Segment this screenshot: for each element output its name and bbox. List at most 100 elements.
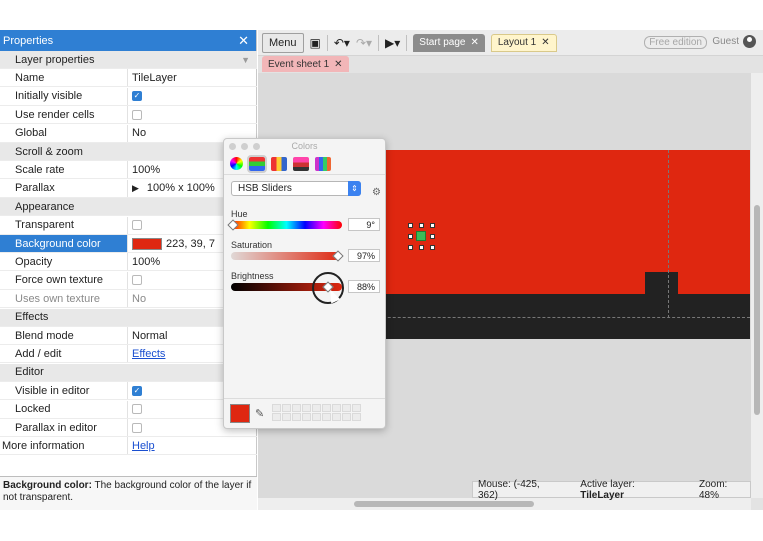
eyedropper-icon[interactable]: ✎ — [255, 407, 264, 420]
property-blend-mode[interactable]: Blend mode Normal — [0, 327, 257, 345]
close-icon[interactable]: ✕ — [334, 59, 342, 70]
property-link[interactable]: Help — [132, 440, 155, 452]
image-palettes-icon[interactable] — [293, 156, 309, 171]
property-value-cell[interactable]: Help — [127, 437, 257, 455]
menu-button[interactable]: Menu — [262, 32, 304, 53]
brightness-field[interactable]: 88% — [348, 280, 380, 293]
swatch-slot[interactable] — [342, 413, 351, 421]
resize-handle[interactable] — [419, 245, 424, 250]
resize-handle[interactable] — [419, 223, 424, 228]
property-global[interactable]: Global No — [0, 124, 257, 143]
swatch-slot[interactable] — [272, 404, 281, 412]
play-icon[interactable]: ▶▾ — [385, 36, 400, 50]
checkbox[interactable] — [132, 109, 142, 120]
close-icon[interactable]: ✕ — [470, 37, 478, 48]
close-icon[interactable]: ✕ — [541, 37, 549, 48]
swatch-slot[interactable] — [292, 413, 301, 421]
swatch-slot[interactable] — [322, 404, 331, 412]
property-background-color[interactable]: Background color 223, 39, 7 — [0, 235, 257, 253]
swatch-slot[interactable] — [282, 413, 291, 421]
current-color-swatch[interactable] — [230, 404, 250, 423]
property-add-edit[interactable]: Add / edit Effects — [0, 345, 257, 364]
property-value-cell[interactable]: ✓ — [127, 87, 257, 105]
checkbox[interactable] — [132, 404, 142, 415]
tab-event-sheet-1[interactable]: Event sheet 1 ✕ — [262, 56, 349, 72]
checkbox[interactable]: ✓ — [132, 385, 142, 396]
property-force-own-texture[interactable]: Force own texture — [0, 271, 257, 290]
swatch-slot[interactable] — [302, 413, 311, 421]
property-initially-visible[interactable]: Initially visible ✓ — [0, 87, 257, 106]
scroll-thumb[interactable] — [754, 205, 760, 415]
swatch-slot[interactable] — [312, 404, 321, 412]
saturation-field[interactable]: 97% — [348, 249, 380, 262]
swatch-slot[interactable] — [352, 404, 361, 412]
tab-start-page[interactable]: Start page ✕ — [413, 33, 485, 52]
swatch-slot[interactable] — [352, 413, 361, 421]
scroll-thumb[interactable] — [354, 501, 534, 507]
swatch-slot[interactable] — [282, 404, 291, 412]
pencils-icon[interactable] — [315, 156, 331, 171]
section-effects[interactable]: Effects — [0, 308, 257, 327]
color-swatch[interactable] — [132, 237, 162, 250]
hue-slider[interactable] — [231, 221, 342, 229]
checkbox[interactable] — [132, 220, 142, 231]
user-name[interactable]: Guest — [712, 36, 739, 47]
property-locked[interactable]: Locked — [0, 400, 257, 419]
swatch-slot[interactable] — [292, 404, 301, 412]
color-wheel-icon[interactable] — [230, 157, 243, 170]
property-visible-in-editor[interactable]: Visible in editor ✓ — [0, 382, 257, 401]
section-editor[interactable]: Editor — [0, 363, 257, 382]
slider-mode-select[interactable]: HSB Sliders ⇕ — [231, 181, 361, 196]
property-opacity[interactable]: Opacity 100% — [0, 253, 257, 272]
swatch-slot[interactable] — [332, 404, 341, 412]
property-more-information[interactable]: More information Help — [0, 437, 257, 456]
resize-handle[interactable] — [430, 223, 435, 228]
swatch-slot[interactable] — [272, 413, 281, 421]
property-link[interactable]: Effects — [132, 348, 165, 360]
property-scale-rate[interactable]: Scale rate 100% — [0, 161, 257, 180]
swatch-slot[interactable] — [322, 413, 331, 421]
property-parallax-in-editor[interactable]: Parallax in editor — [0, 419, 257, 437]
swatch-slot[interactable] — [332, 413, 341, 421]
property-label: Background color — [0, 235, 127, 252]
selected-sprite[interactable] — [416, 231, 426, 241]
resize-handle[interactable] — [408, 223, 413, 228]
step-tile[interactable] — [645, 272, 678, 296]
section-layer-properties[interactable]: Layer properties ▼ — [0, 51, 257, 69]
checkbox[interactable] — [132, 275, 142, 286]
property-transparent[interactable]: Transparent — [0, 216, 257, 235]
property-value-cell[interactable]: TileLayer — [127, 69, 257, 87]
section-appearance[interactable]: Appearance — [0, 198, 257, 217]
close-icon[interactable]: ✕ — [238, 34, 249, 47]
swatch-slot[interactable] — [312, 413, 321, 421]
checkbox[interactable] — [132, 422, 142, 433]
undo-icon[interactable]: ↶▾ — [334, 36, 350, 50]
checkbox[interactable]: ✓ — [132, 91, 142, 102]
collapse-icon[interactable]: ▼ — [241, 55, 250, 65]
property-uses-own-texture[interactable]: Uses own texture No — [0, 290, 257, 309]
resize-handle[interactable] — [430, 234, 435, 239]
color-palettes-icon[interactable] — [271, 156, 287, 171]
resize-handle[interactable] — [408, 234, 413, 239]
tab-layout-1[interactable]: Layout 1 ✕ — [490, 33, 557, 52]
property-use-render-cells[interactable]: Use render cells — [0, 106, 257, 125]
vertical-scrollbar[interactable] — [751, 73, 763, 498]
save-icon[interactable]: ▣ — [310, 36, 321, 50]
property-parallax[interactable]: Parallax ▶ 100% x 100% — [0, 179, 257, 198]
section-scroll-zoom[interactable]: Scroll & zoom — [0, 143, 257, 161]
swatch-slot[interactable] — [342, 404, 351, 412]
property-name[interactable]: Name TileLayer — [0, 69, 257, 88]
user-icon[interactable] — [743, 35, 756, 48]
brightness-label: Brightness — [231, 271, 274, 281]
resize-handle[interactable] — [430, 245, 435, 250]
resize-handle[interactable] — [408, 245, 413, 250]
saturation-slider[interactable] — [231, 252, 342, 260]
swatch-slot[interactable] — [302, 404, 311, 412]
redo-icon[interactable]: ↷▾ — [356, 36, 372, 50]
free-edition-badge[interactable]: Free edition — [644, 36, 707, 49]
gear-icon[interactable]: ⚙ — [372, 187, 381, 198]
hue-field[interactable]: 9° — [348, 218, 380, 231]
expand-icon[interactable]: ▶ — [132, 183, 139, 194]
color-sliders-icon[interactable] — [247, 154, 267, 173]
property-value-cell[interactable] — [127, 106, 257, 124]
